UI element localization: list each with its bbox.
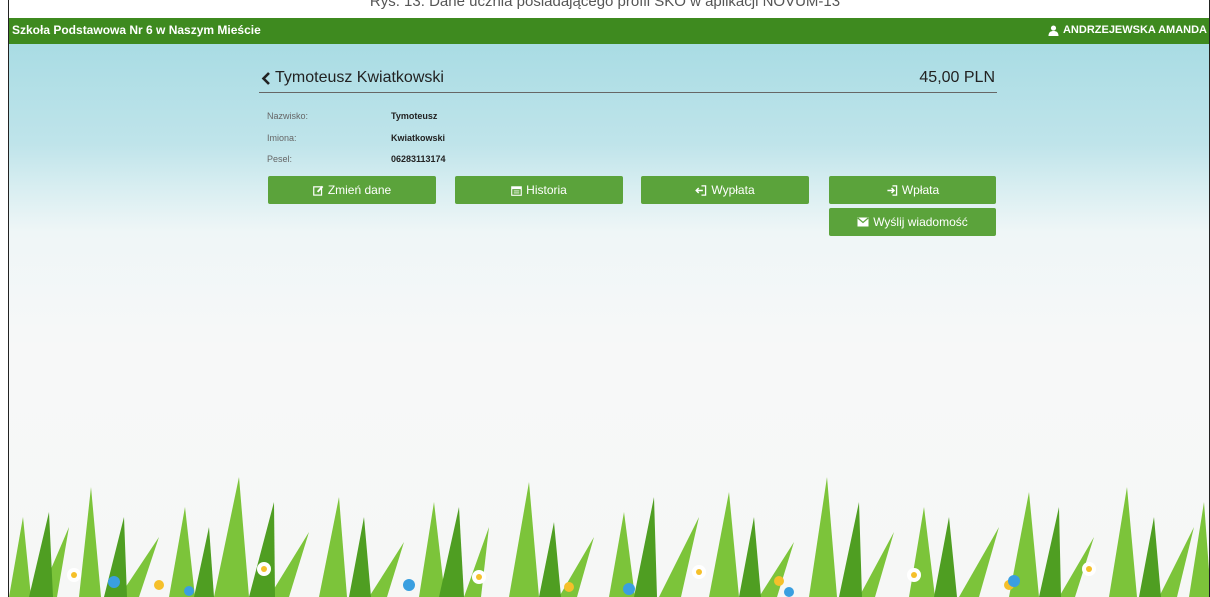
back-button[interactable]: Tymoteusz Kwiatkowski [261, 69, 444, 87]
student-header: Tymoteusz Kwiatkowski 45,00 PLN [259, 66, 997, 93]
grass-decoration [9, 477, 1209, 597]
withdraw-label: Wypłata [711, 183, 755, 197]
page-background [9, 44, 1209, 597]
field-value-names: Kwiatkowski [391, 133, 446, 143]
field-value-pesel: 06283113174 [391, 154, 446, 164]
history-button[interactable]: Historia [455, 176, 623, 204]
send-message-label: Wyślij wiadomość [873, 215, 968, 229]
field-label-names: Imiona: [267, 133, 297, 143]
user-name: ANDRZEJEWSKA AMANDA [1062, 24, 1207, 36]
edit-data-label: Zmień dane [327, 183, 392, 197]
deposit-label: Wpłata [901, 183, 940, 197]
user-icon [1048, 25, 1059, 36]
edit-data-button[interactable]: Zmień dane [268, 176, 436, 204]
app-window: Szkoła Podstawowa Nr 6 w Naszym Mieście … [8, 0, 1210, 597]
envelope-icon [857, 217, 869, 227]
user-menu[interactable]: ANDRZEJEWSKA AMANDA [1048, 24, 1207, 36]
top-navbar: Szkoła Podstawowa Nr 6 w Naszym Mieście … [9, 18, 1209, 44]
send-message-button[interactable]: Wyślij wiadomość [829, 208, 996, 236]
chevron-left-icon [261, 71, 270, 85]
history-label: Historia [526, 183, 567, 197]
sign-in-icon [887, 184, 898, 196]
balance-amount: 45,00 PLN [919, 69, 995, 86]
school-name[interactable]: Szkoła Podstawowa Nr 6 w Naszym Mieście [12, 23, 261, 37]
figure-caption: Rys. 13. Dane ucznia posiadającego profi… [369, 0, 841, 10]
calendar-icon [511, 185, 522, 196]
field-label-surname: Nazwisko: [267, 111, 309, 121]
sign-out-icon [695, 184, 707, 196]
deposit-button[interactable]: Wpłata [829, 176, 996, 204]
student-name: Tymoteusz Kwiatkowski [275, 69, 444, 86]
withdraw-button[interactable]: Wypłata [641, 176, 809, 204]
field-value-surname: Tymoteusz [391, 111, 438, 121]
edit-icon [312, 185, 324, 196]
field-label-pesel: Pesel: [267, 154, 293, 164]
